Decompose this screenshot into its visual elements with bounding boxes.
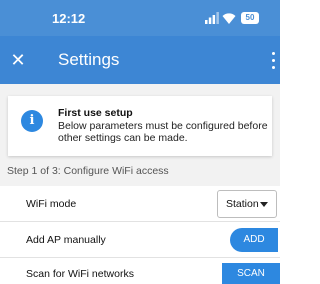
caret-down-icon <box>260 202 268 207</box>
add-ap-label: Add AP manually <box>26 234 106 246</box>
signal-icon <box>205 12 219 24</box>
wifi-mode-select[interactable]: Station <box>217 190 277 218</box>
app-bar: ✕ Settings <box>0 36 280 84</box>
info-card-body: Below parameters must be configured befo… <box>58 120 268 144</box>
info-card-title: First use setup <box>58 107 133 119</box>
wifi-icon <box>222 13 236 24</box>
scan-row: Scan for WiFi networks SCAN <box>0 258 280 284</box>
scan-label: Scan for WiFi networks <box>26 268 134 280</box>
status-bar: 12:12 50 <box>0 0 280 36</box>
battery-icon: 50 <box>241 12 259 24</box>
wifi-mode-value: Station <box>226 198 259 210</box>
add-ap-button[interactable]: ADD <box>230 228 278 252</box>
status-time: 12:12 <box>52 11 86 26</box>
add-ap-row: Add AP manually ADD <box>0 222 280 258</box>
more-dot <box>271 52 275 55</box>
wifi-mode-row: WiFi mode Station <box>0 186 280 222</box>
more-vert-icon[interactable] <box>268 48 278 72</box>
info-card: i First use setup Below parameters must … <box>8 96 272 156</box>
info-icon: i <box>21 110 43 132</box>
scan-button[interactable]: SCAN <box>222 263 280 284</box>
more-dot <box>271 66 275 69</box>
page-title: Settings <box>58 50 120 69</box>
more-dot <box>271 59 275 62</box>
wifi-mode-label: WiFi mode <box>26 198 77 210</box>
close-icon[interactable]: ✕ <box>6 48 30 72</box>
section-header: Step 1 of 3: Configure WiFi access <box>7 165 169 177</box>
